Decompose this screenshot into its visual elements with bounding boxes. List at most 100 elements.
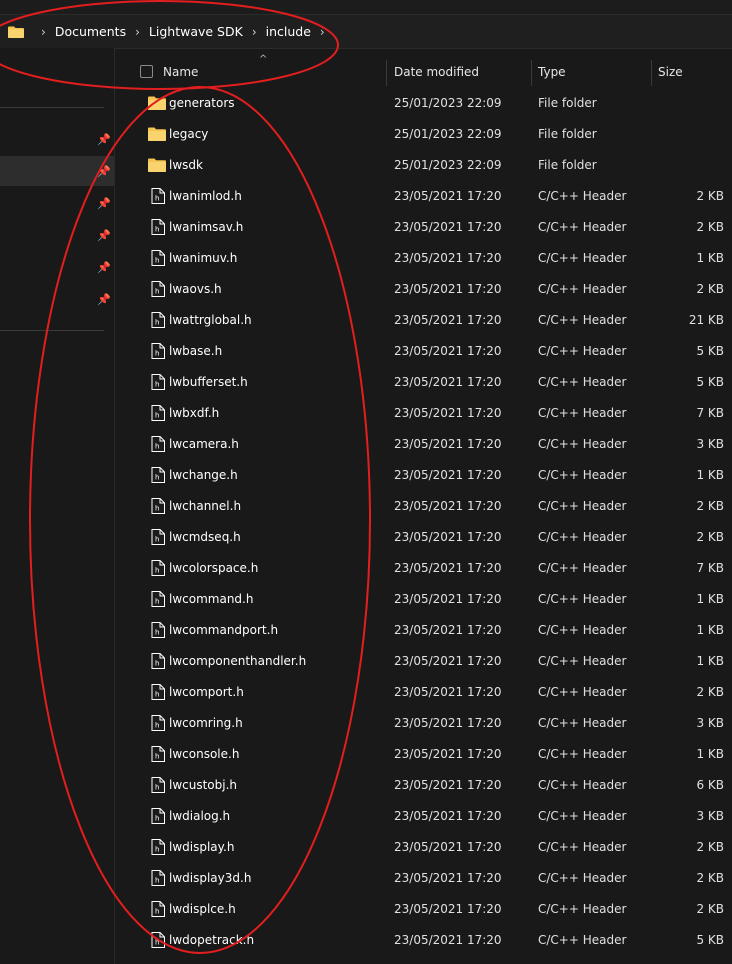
pin-icon[interactable]: 📌: [97, 230, 111, 242]
file-date-modified: 23/05/2021 17:20: [394, 654, 502, 668]
column-header-name[interactable]: Name: [163, 56, 198, 88]
file-name[interactable]: lwbufferset.h: [169, 367, 248, 398]
file-row[interactable]: h lwcomponenthandler.h 23/05/2021 17:20 C/C…: [115, 646, 732, 677]
file-type: C/C++ Header: [538, 282, 627, 296]
file-row[interactable]: h lwchannel.h 23/05/2021 17:20 C/C++ Header…: [115, 491, 732, 522]
column-separator[interactable]: [386, 60, 387, 86]
pin-icon[interactable]: 📌: [97, 166, 111, 178]
file-name[interactable]: lwchannel.h: [169, 491, 241, 522]
file-size: 21 KB: [688, 313, 724, 327]
file-row[interactable]: h lwchange.h 23/05/2021 17:20 C/C++ Header 1…: [115, 460, 732, 491]
column-separator[interactable]: [531, 60, 532, 86]
column-header-type[interactable]: Type: [538, 56, 566, 88]
file-row[interactable]: h lwbxdf.h 23/05/2021 17:20 C/C++ Header 7 K…: [115, 398, 732, 429]
file-name[interactable]: lwdisplay3d.h: [169, 863, 251, 894]
file-row[interactable]: h lwbufferset.h 23/05/2021 17:20 C/C++ Head…: [115, 367, 732, 398]
file-name[interactable]: lwcommand.h: [169, 584, 253, 615]
folder-icon: [148, 158, 166, 172]
file-row[interactable]: h lwcommand.h 23/05/2021 17:20 C/C++ Header…: [115, 584, 732, 615]
file-name[interactable]: lwsdk: [169, 150, 203, 181]
header-file-icon: h: [151, 467, 165, 483]
file-date-modified: 23/05/2021 17:20: [394, 685, 502, 699]
file-row[interactable]: h lwdisplay3d.h 23/05/2021 17:20 C/C++ Head…: [115, 863, 732, 894]
chevron-right-icon[interactable]: ›: [135, 25, 140, 39]
file-name[interactable]: lwconsole.h: [169, 739, 239, 770]
header-file-icon: h: [151, 746, 165, 762]
file-name[interactable]: lwanimlod.h: [169, 181, 242, 212]
file-row[interactable]: h lwdialog.h 23/05/2021 17:20 C/C++ Header 3…: [115, 801, 732, 832]
column-header-size[interactable]: Size: [658, 56, 683, 88]
file-list: generators 25/01/2023 22:09 File folder leg…: [115, 88, 732, 956]
file-row[interactable]: generators 25/01/2023 22:09 File folder: [115, 88, 732, 119]
file-row[interactable]: h lwcolorspace.h 23/05/2021 17:20 C/C++ Hea…: [115, 553, 732, 584]
file-icon-cell: h: [148, 932, 166, 948]
breadcrumb-documents[interactable]: Documents: [55, 24, 126, 39]
chevron-right-icon[interactable]: ›: [320, 25, 325, 39]
file-type: C/C++ Header: [538, 654, 627, 668]
file-name[interactable]: lwbase.h: [169, 336, 222, 367]
file-row[interactable]: h lwdisplce.h 23/05/2021 17:20 C/C++ Header…: [115, 894, 732, 925]
file-name[interactable]: lwcomport.h: [169, 677, 244, 708]
file-row[interactable]: h lwcamera.h 23/05/2021 17:20 C/C++ Header 3…: [115, 429, 732, 460]
file-name[interactable]: lwcmdseq.h: [169, 522, 241, 553]
file-name[interactable]: lwcustobj.h: [169, 770, 237, 801]
address-bar[interactable]: › Documents › Lightwave SDK › include ›: [0, 14, 732, 49]
pin-icon[interactable]: 📌: [97, 294, 111, 306]
file-type: C/C++ Header: [538, 840, 627, 854]
column-header-date[interactable]: Date modified: [394, 56, 479, 88]
file-row[interactable]: lwsdk 25/01/2023 22:09 File folder: [115, 150, 732, 181]
file-name[interactable]: lwdialog.h: [169, 801, 230, 832]
file-row[interactable]: h lwcmdseq.h 23/05/2021 17:20 C/C++ Header 2…: [115, 522, 732, 553]
file-icon-cell: h: [148, 312, 166, 328]
file-row[interactable]: h lwcomport.h 23/05/2021 17:20 C/C++ Header…: [115, 677, 732, 708]
chevron-right-icon[interactable]: ›: [252, 25, 257, 39]
file-name[interactable]: legacy: [169, 119, 208, 150]
file-name[interactable]: lwchange.h: [169, 460, 238, 491]
file-name[interactable]: lwattrglobal.h: [169, 305, 252, 336]
file-row[interactable]: h lwconsole.h 23/05/2021 17:20 C/C++ Header…: [115, 739, 732, 770]
file-row[interactable]: h lwcustobj.h 23/05/2021 17:20 C/C++ Header…: [115, 770, 732, 801]
file-row[interactable]: h lwaovs.h 23/05/2021 17:20 C/C++ Header 2 K…: [115, 274, 732, 305]
select-all-checkbox[interactable]: [140, 65, 153, 78]
file-row[interactable]: h lwbase.h 23/05/2021 17:20 C/C++ Header 5 K…: [115, 336, 732, 367]
file-name[interactable]: lwanimuv.h: [169, 243, 237, 274]
file-name[interactable]: lwdisplay.h: [169, 832, 234, 863]
file-icon-cell: h: [148, 467, 166, 483]
file-name[interactable]: lwdopetrack.h: [169, 925, 254, 956]
file-name[interactable]: lwcomring.h: [169, 708, 243, 739]
file-row[interactable]: h lwcommandport.h 23/05/2021 17:20 C/C++ He…: [115, 615, 732, 646]
pin-icon[interactable]: 📌: [97, 262, 111, 274]
file-icon-cell: h: [148, 281, 166, 297]
file-row[interactable]: h lwcomring.h 23/05/2021 17:20 C/C++ Header…: [115, 708, 732, 739]
file-icon-cell: [148, 157, 166, 173]
file-name[interactable]: lwcomponenthandler.h: [169, 646, 306, 677]
pin-icon[interactable]: 📌: [97, 134, 111, 146]
file-name[interactable]: lwaovs.h: [169, 274, 222, 305]
file-name[interactable]: lwdisplce.h: [169, 894, 236, 925]
file-name[interactable]: lwbxdf.h: [169, 398, 219, 429]
file-row[interactable]: h lwdisplay.h 23/05/2021 17:20 C/C++ Header…: [115, 832, 732, 863]
column-separator[interactable]: [651, 60, 652, 86]
svg-text:h: h: [155, 567, 159, 575]
chevron-right-icon[interactable]: ›: [41, 25, 46, 39]
file-name[interactable]: lwcamera.h: [169, 429, 239, 460]
file-name[interactable]: lwcommandport.h: [169, 615, 278, 646]
navigation-pane: 📌 📌 📌 📌 📌 📌: [0, 48, 114, 964]
breadcrumb-lightwave-sdk[interactable]: Lightwave SDK: [149, 24, 243, 39]
file-name[interactable]: lwcolorspace.h: [169, 553, 258, 584]
file-name[interactable]: lwanimsav.h: [169, 212, 243, 243]
file-row[interactable]: h lwanimsav.h 23/05/2021 17:20 C/C++ Header…: [115, 212, 732, 243]
file-row[interactable]: h lwdopetrack.h 23/05/2021 17:20 C/C++ Head…: [115, 925, 732, 956]
file-name[interactable]: generators: [169, 88, 235, 119]
header-file-icon: h: [151, 653, 165, 669]
file-row[interactable]: legacy 25/01/2023 22:09 File folder: [115, 119, 732, 150]
folder-icon: [8, 26, 24, 38]
file-row[interactable]: h lwattrglobal.h 23/05/2021 17:20 C/C++ Hea…: [115, 305, 732, 336]
file-row[interactable]: h lwanimuv.h 23/05/2021 17:20 C/C++ Header 1…: [115, 243, 732, 274]
file-size: 7 KB: [696, 406, 724, 420]
file-row[interactable]: h lwanimlod.h 23/05/2021 17:20 C/C++ Header…: [115, 181, 732, 212]
pin-icon[interactable]: 📌: [97, 198, 111, 210]
file-date-modified: 23/05/2021 17:20: [394, 189, 502, 203]
file-icon-cell: h: [148, 250, 166, 266]
breadcrumb-include[interactable]: include: [266, 24, 311, 39]
